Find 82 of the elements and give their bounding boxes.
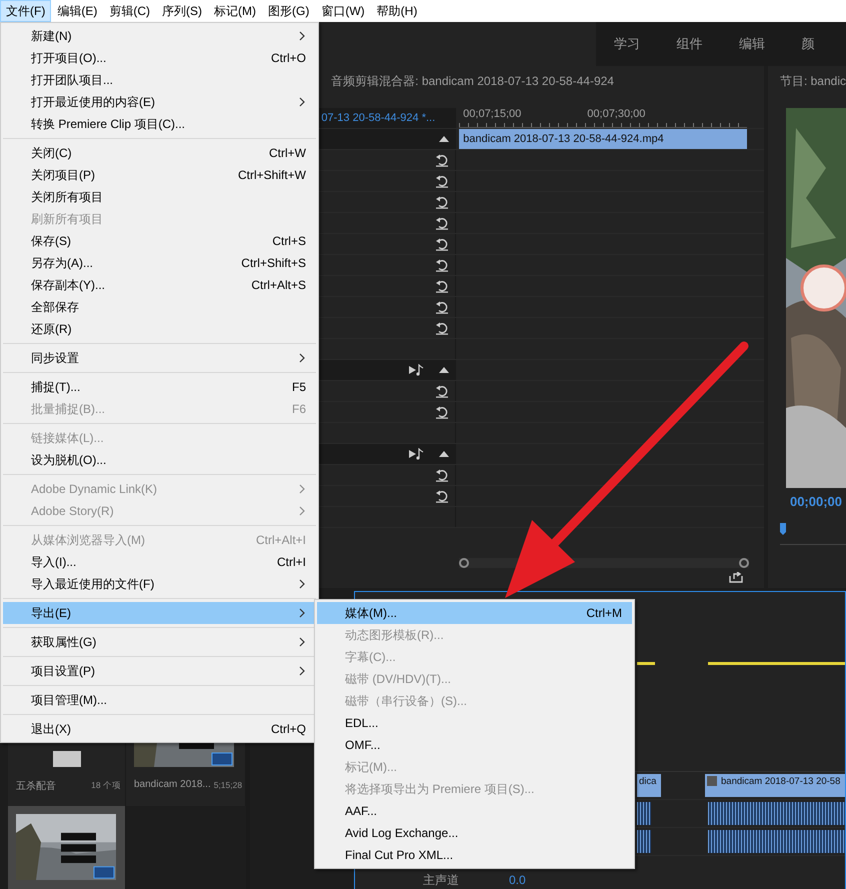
- reset-icon[interactable]: [435, 406, 450, 418]
- menu-item[interactable]: 打开项目(O)... Ctrl+O: [3, 47, 316, 69]
- menu-item[interactable]: 媒体(M)... Ctrl+M: [317, 602, 632, 624]
- project-item[interactable]: [8, 806, 126, 889]
- menu-item[interactable]: 全部保存: [3, 296, 316, 318]
- panel-title: 节目: bandic: [778, 72, 846, 90]
- menu-bar-item[interactable]: 文件(F): [0, 0, 52, 22]
- menu-item[interactable]: 设为脱机(O)...: [3, 449, 316, 471]
- collapse-icon[interactable]: [439, 367, 450, 373]
- menu-item[interactable]: AAF...: [317, 800, 632, 822]
- menu-item[interactable]: 转换 Premiere Clip 项目(C)...: [3, 113, 316, 135]
- menu-item[interactable]: 还原(R): [3, 318, 316, 340]
- menu-item[interactable]: 关闭所有项目: [3, 186, 316, 208]
- menu-item[interactable]: 打开最近使用的内容(E): [3, 91, 316, 113]
- reset-icon[interactable]: [435, 280, 450, 292]
- panel-title: 音频剪辑混合器: bandicam 2018-07-13 20-58-44-924: [330, 72, 615, 90]
- export-icon[interactable]: [729, 572, 744, 583]
- menu-bar-item[interactable]: 图形(G): [262, 0, 316, 22]
- menu-item[interactable]: 另存为(A)... Ctrl+Shift+S: [3, 252, 316, 274]
- reset-icon[interactable]: [435, 196, 450, 208]
- clip-name: dica: [639, 776, 656, 787]
- timecode: 00;00;00: [788, 493, 844, 509]
- play-audio-icon[interactable]: [409, 364, 426, 376]
- reset-icon[interactable]: [435, 322, 450, 334]
- menu-item[interactable]: Avid Log Exchange...: [317, 822, 632, 844]
- reset-icon[interactable]: [435, 238, 450, 250]
- reset-icon[interactable]: [435, 468, 450, 482]
- fx-icon: [707, 776, 717, 786]
- menu-bar-item[interactable]: 帮助(H): [370, 0, 424, 22]
- track-label: 主声道: [423, 872, 459, 888]
- menu-bar-item[interactable]: 序列(S): [156, 0, 208, 22]
- workspace-tab[interactable]: 学习: [596, 35, 658, 53]
- menu-bar-item[interactable]: 编辑(E): [51, 0, 104, 22]
- reset-icon[interactable]: [435, 154, 450, 166]
- reset-icon[interactable]: [435, 258, 450, 272]
- menu-item[interactable]: 新建(N): [3, 25, 316, 47]
- menu-item[interactable]: 捕捉(T)... F5: [3, 376, 316, 398]
- menu-item[interactable]: 保存(S) Ctrl+S: [3, 230, 316, 252]
- audio-clip[interactable]: bandicam 2018-07-13 20-58-44-924.mp4: [459, 129, 748, 149]
- menu-bar-item[interactable]: 窗口(W): [315, 0, 371, 22]
- menu-item[interactable]: EDL...: [317, 712, 632, 734]
- menu-item[interactable]: 关闭项目(P) Ctrl+Shift+W: [3, 164, 316, 186]
- bin-icon: [52, 751, 80, 767]
- video-clip[interactable]: bandicam 2018-07-13 20-58: [705, 774, 845, 797]
- volume-value[interactable]: 0.0: [509, 873, 526, 887]
- reset-icon[interactable]: [435, 174, 450, 188]
- workspace-tab[interactable]: 编辑: [721, 35, 784, 53]
- menu-item[interactable]: 关闭(C) Ctrl+W: [3, 142, 316, 164]
- clip-name: bandicam 2018-07-13 20-58: [721, 776, 840, 787]
- menu-item[interactable]: 打开团队项目...: [3, 69, 316, 91]
- menu-item[interactable]: 导入最近使用的文件(F): [3, 573, 316, 595]
- menu-item[interactable]: Final Cut Pro XML...: [317, 844, 632, 866]
- workspace-tab[interactable]: 组件: [658, 35, 721, 53]
- reset-icon[interactable]: [435, 490, 450, 502]
- play-audio-icon[interactable]: [409, 448, 426, 460]
- item-name: bandicam 2018...: [134, 779, 211, 790]
- menu-bar-item[interactable]: 剪辑(C): [103, 0, 156, 22]
- item-info: 5;15;28: [214, 780, 242, 790]
- menu-item[interactable]: 导入(I)... Ctrl+I: [3, 551, 316, 573]
- menu-item[interactable]: 获取属性(G): [3, 631, 316, 653]
- item-info: 18 个项: [91, 780, 121, 792]
- playhead-icon[interactable]: [780, 523, 786, 535]
- zoom-handle[interactable]: [459, 558, 470, 568]
- audio-waveform: [637, 802, 651, 825]
- menu-item[interactable]: 保存副本(Y)... Ctrl+Alt+S: [3, 274, 316, 296]
- item-name: 五杀配音: [16, 780, 56, 793]
- menu-bar-item[interactable]: 标记(M): [208, 0, 262, 22]
- ruler-time: 00;07;30;00: [586, 108, 646, 120]
- reset-icon[interactable]: [435, 300, 450, 314]
- video-clip[interactable]: dica: [637, 774, 661, 797]
- menu-item[interactable]: 导出(E): [3, 602, 316, 624]
- zoom-handle[interactable]: [739, 558, 750, 568]
- workspace-tab[interactable]: 颜: [784, 35, 846, 53]
- menu-item[interactable]: 项目设置(P): [3, 660, 316, 682]
- ruler-time: 00;07;15;00: [462, 108, 522, 120]
- collapse-icon[interactable]: [439, 451, 450, 457]
- audio-waveform: [637, 830, 651, 853]
- reset-icon[interactable]: [435, 384, 450, 398]
- menu-item[interactable]: 同步设置: [3, 347, 316, 369]
- menu-item[interactable]: OMF...: [317, 734, 632, 756]
- collapse-icon[interactable]: [439, 136, 450, 142]
- reset-icon[interactable]: [435, 216, 450, 230]
